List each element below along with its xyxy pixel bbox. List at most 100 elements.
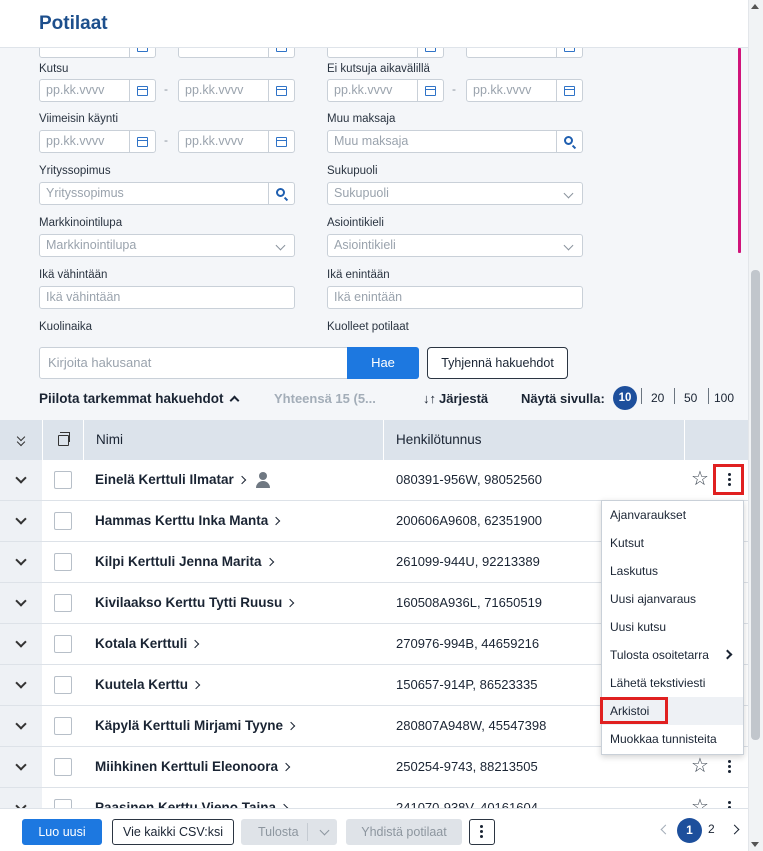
expand-row-button[interactable] <box>0 583 42 623</box>
cut-off-input-1[interactable] <box>39 48 156 58</box>
patient-name-link[interactable]: Käpylä Kerttuli Mirjami Tyyne <box>95 706 296 746</box>
patient-name-link[interactable]: Kivilaakso Kerttu Tytti Ruusu <box>95 583 295 623</box>
expand-all-button[interactable] <box>0 420 42 460</box>
menu-item-uusi-kutsu[interactable]: Uusi kutsu <box>602 613 743 641</box>
search-icon <box>564 136 573 145</box>
patient-name-link[interactable]: Kotala Kerttuli <box>95 624 200 664</box>
calendar-button[interactable] <box>129 80 155 101</box>
cut-off-input-3[interactable] <box>327 48 444 58</box>
patient-name-link[interactable]: Miihkinen Kerttuli Eleonoora <box>95 747 291 787</box>
chevron-down-icon <box>15 472 27 484</box>
search-button[interactable]: Hae <box>347 347 419 379</box>
patient-name-link[interactable]: Kuutela Kerttu <box>95 665 201 705</box>
hide-filters-toggle[interactable]: Piilota tarkemmat hakuehdot <box>39 391 239 406</box>
clear-filters-button[interactable]: Tyhjennä hakuehdot <box>427 347 568 379</box>
kebab-icon <box>728 801 731 804</box>
calendar-button[interactable] <box>268 131 294 152</box>
page-1-button[interactable]: 1 <box>677 818 702 843</box>
patient-name-link[interactable]: Einelä Kerttuli Ilmatar <box>95 460 247 500</box>
row-checkbox[interactable] <box>54 717 72 735</box>
expand-row-button[interactable] <box>0 624 42 664</box>
menu-item-tulosta-osoitetarra[interactable]: Tulosta osoitetarra <box>602 641 743 669</box>
calendar-icon <box>276 136 287 147</box>
menu-item-uusi-ajanvaraus[interactable]: Uusi ajanvaraus <box>602 585 743 613</box>
patient-name-link[interactable]: Kilpi Kerttuli Jenna Marita <box>95 542 274 582</box>
per-page-option-selected[interactable]: 10 <box>613 386 637 410</box>
column-header-name[interactable]: Nimi <box>83 420 383 460</box>
ei-kutsuja-from-field[interactable]: pp.kk.vvvv <box>327 79 444 102</box>
next-page-icon[interactable] <box>729 824 740 835</box>
favorite-star-icon[interactable]: ☆ <box>691 469 709 489</box>
calendar-button[interactable] <box>129 131 155 152</box>
menu-item-laheta-tekstiviesti[interactable]: Lähetä tekstiviesti <box>602 669 743 697</box>
scrollbar-thumb[interactable] <box>751 270 760 740</box>
expand-row-button[interactable] <box>0 460 42 500</box>
expand-row-button[interactable] <box>0 501 42 541</box>
calendar-button[interactable] <box>417 80 443 101</box>
patient-id: 150657-914P, 86523335 <box>396 677 538 692</box>
row-checkbox[interactable] <box>54 635 72 653</box>
merge-patients-button[interactable]: Yhdistä potilaat <box>346 819 462 845</box>
patient-name-link[interactable]: Hammas Kerttu Inka Manta <box>95 501 281 541</box>
markkinointilupa-select[interactable]: Markkinointilupa <box>39 234 295 257</box>
search-input[interactable]: Kirjoita hakusanat <box>39 347 348 379</box>
sukupuoli-select[interactable]: Sukupuoli <box>327 182 583 205</box>
viimeisin-to-field[interactable]: pp.kk.vvvv <box>178 130 295 153</box>
expand-row-button[interactable] <box>0 542 42 582</box>
table-row[interactable]: Einelä Kerttuli Ilmatar 080391-956W, 9805… <box>0 460 748 501</box>
column-header-id[interactable]: Henkilötunnus <box>383 420 685 460</box>
asiointikieli-select[interactable]: Asiointikieli <box>327 234 583 257</box>
ei-kutsuja-to-field[interactable]: pp.kk.vvvv <box>466 79 583 102</box>
row-checkbox[interactable] <box>54 594 72 612</box>
viimeisin-from-field[interactable]: pp.kk.vvvv <box>39 130 156 153</box>
export-csv-button[interactable]: Vie kaikki CSV:ksi <box>112 819 234 845</box>
previous-page-icon[interactable] <box>660 824 671 835</box>
row-checkbox[interactable] <box>54 553 72 571</box>
calendar-icon <box>564 85 575 96</box>
row-checkbox[interactable] <box>54 512 72 530</box>
kutsu-label: Kutsu <box>39 63 69 75</box>
row-checkbox[interactable] <box>54 758 72 776</box>
kutsu-to-field[interactable]: pp.kk.vvvv <box>178 79 295 102</box>
expand-row-button[interactable] <box>0 706 42 746</box>
menu-item-kutsut[interactable]: Kutsut <box>602 529 743 557</box>
patient-id: 250254-9743, 88213505 <box>396 759 538 774</box>
per-page-option[interactable]: 50 <box>684 391 697 405</box>
expand-row-button[interactable] <box>0 747 42 787</box>
search-button[interactable] <box>556 131 582 152</box>
favorite-star-icon[interactable]: ☆ <box>691 756 709 776</box>
kutsu-from-field[interactable]: pp.kk.vvvv <box>39 79 156 102</box>
per-page-option[interactable]: 100 <box>714 391 734 405</box>
menu-item-laskutus[interactable]: Laskutus <box>602 557 743 585</box>
calendar-icon <box>425 48 436 52</box>
per-page-option[interactable]: 20 <box>651 391 664 405</box>
divider <box>708 388 709 404</box>
search-button[interactable] <box>268 183 294 204</box>
print-button[interactable]: Tulosta <box>241 819 337 845</box>
expand-row-button[interactable] <box>0 665 42 705</box>
row-actions-button[interactable] <box>722 757 738 777</box>
scroll-down-icon[interactable] <box>751 842 759 847</box>
cut-off-input-4[interactable] <box>466 48 583 58</box>
highlight-frame <box>600 697 668 724</box>
calendar-button[interactable] <box>556 80 582 101</box>
sort-button[interactable]: ↓↑ Järjestä <box>423 391 488 406</box>
ika-min-field[interactable]: Ikä vähintään <box>39 286 295 309</box>
menu-item-ajanvaraukset[interactable]: Ajanvaraukset <box>602 501 743 529</box>
cut-off-input-2[interactable] <box>178 48 295 58</box>
calendar-button[interactable] <box>268 80 294 101</box>
more-actions-button[interactable] <box>469 819 495 845</box>
page-2-button[interactable]: 2 <box>708 822 715 836</box>
row-checkbox[interactable] <box>54 676 72 694</box>
ika-max-field[interactable]: Ikä enintään <box>327 286 583 309</box>
select-all-button[interactable] <box>42 420 83 460</box>
create-new-button[interactable]: Luo uusi <box>22 819 102 845</box>
scroll-up-icon[interactable] <box>751 4 759 9</box>
patient-id: 080391-956W, 98052560 <box>396 472 543 487</box>
yrityssopimus-field[interactable]: Yrityssopimus <box>39 182 295 205</box>
muu-maksaja-field[interactable]: Muu maksaja <box>327 130 583 153</box>
chevron-right-icon <box>237 475 247 485</box>
menu-item-muokkaa-tunnisteita[interactable]: Muokkaa tunnisteita <box>602 725 743 753</box>
row-checkbox[interactable] <box>54 471 72 489</box>
range-dash: - <box>164 133 168 147</box>
